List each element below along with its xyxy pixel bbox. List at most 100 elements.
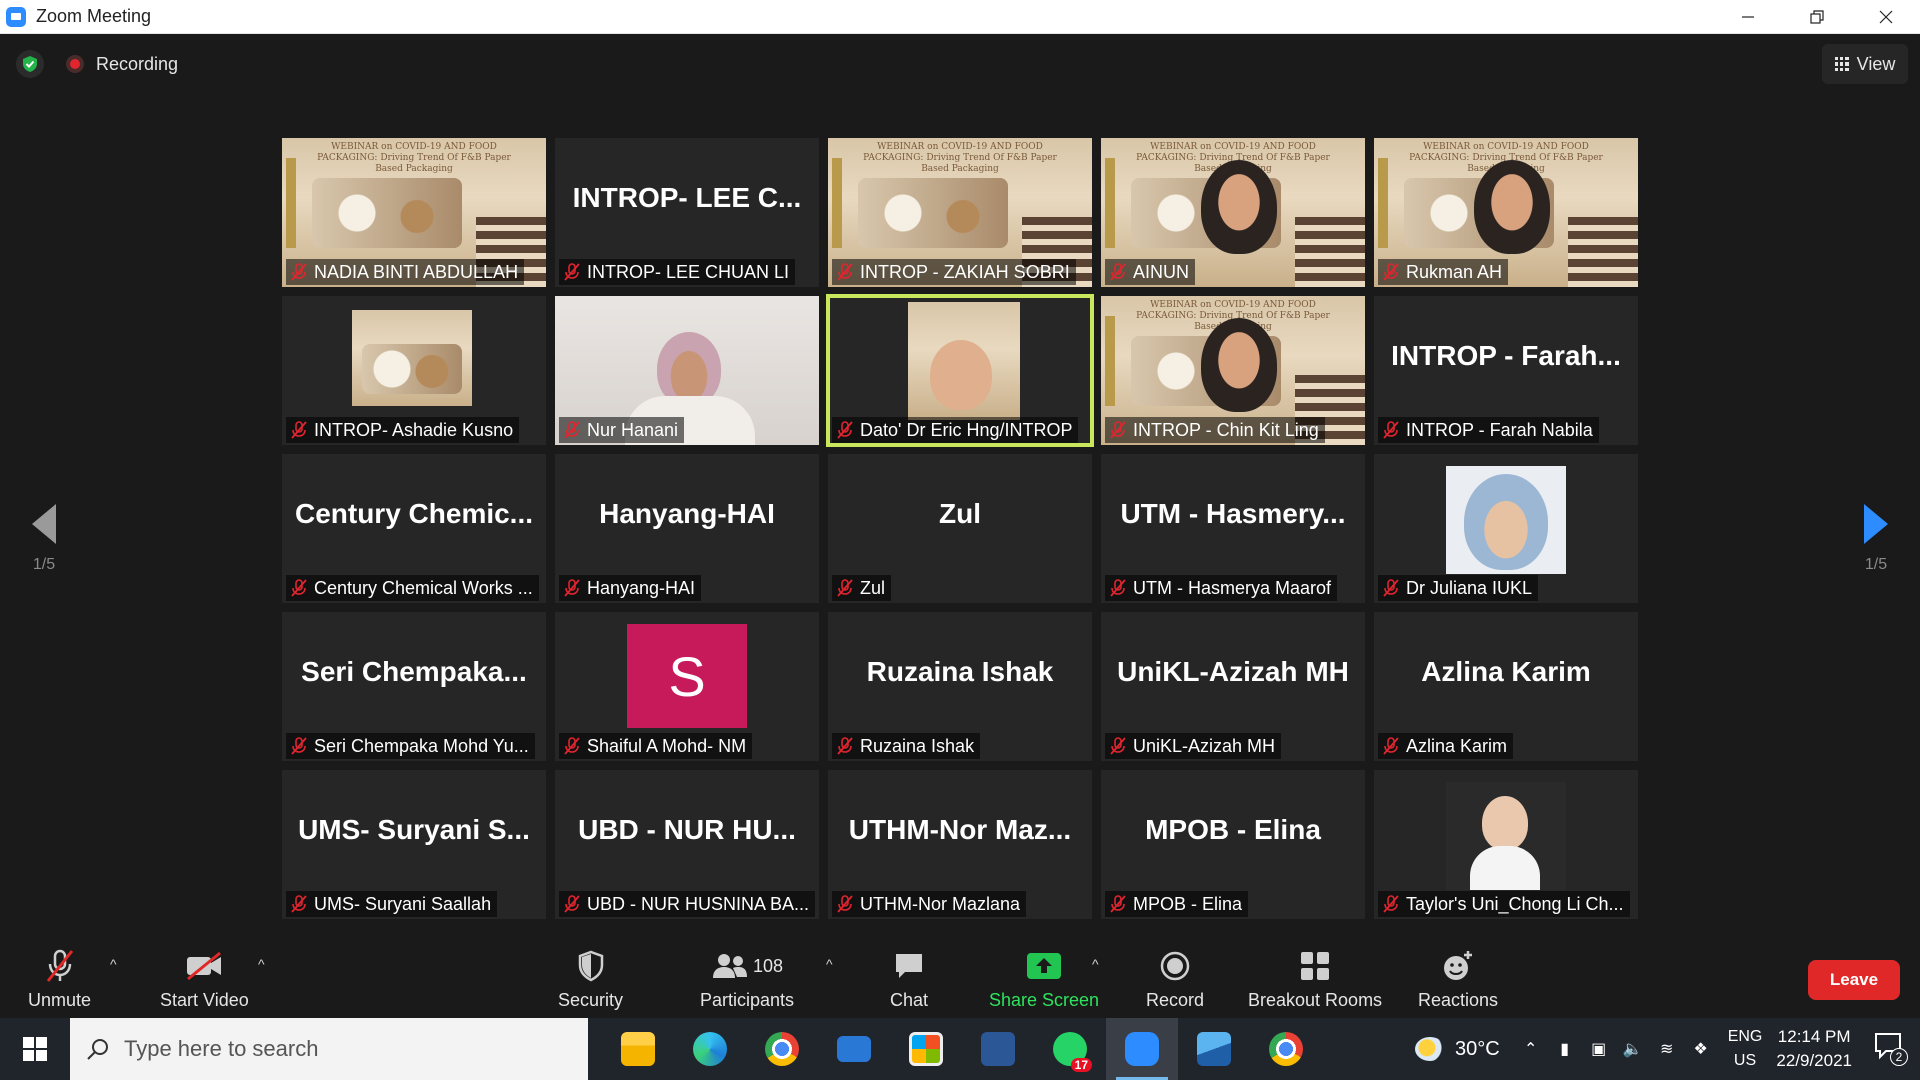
- mic-muted-icon: [837, 263, 853, 281]
- wifi-icon[interactable]: ≋: [1654, 1039, 1680, 1059]
- participant-tile[interactable]: Seri Chempaka... Seri Chempaka Mohd Yu...: [282, 612, 546, 761]
- record-button[interactable]: Record: [1146, 946, 1204, 1011]
- leave-button[interactable]: Leave: [1808, 960, 1900, 1000]
- participant-tile[interactable]: UBD - NUR HU... UBD - NUR HUSNINA BA...: [555, 770, 819, 919]
- weather-widget[interactable]: 30°C: [1415, 1037, 1500, 1061]
- input-language[interactable]: ENG US: [1728, 1025, 1763, 1073]
- dropbox-icon[interactable]: ❖: [1688, 1039, 1714, 1059]
- participant-tile[interactable]: WEBINAR on COVID-19 AND FOOD PACKAGING: …: [282, 138, 546, 287]
- participant-tile[interactable]: S Shaiful A Mohd- NM: [555, 612, 819, 761]
- participant-name-label: UBD - NUR HUSNINA BA...: [559, 891, 815, 917]
- participant-name: Nur Hanani: [587, 419, 679, 440]
- taskbar-chrome-2[interactable]: [1250, 1018, 1322, 1080]
- edge-browser-icon: [693, 1032, 727, 1066]
- chat-bubble-icon: [889, 946, 929, 986]
- minimize-button[interactable]: [1713, 0, 1782, 34]
- previous-page-button[interactable]: 1/5: [26, 504, 62, 574]
- taskbar-file-explorer[interactable]: [602, 1018, 674, 1080]
- participant-tile[interactable]: WEBINAR on COVID-19 AND FOOD PACKAGING: …: [1374, 138, 1638, 287]
- unmute-button[interactable]: Unmute: [28, 946, 91, 1011]
- participant-tile[interactable]: UTHM-Nor Maz... UTHM-Nor Mazlana: [828, 770, 1092, 919]
- breakout-rooms-button[interactable]: Breakout Rooms: [1248, 946, 1382, 1011]
- participant-tile[interactable]: WEBINAR on COVID-19 AND FOOD PACKAGING: …: [1101, 296, 1365, 445]
- taskbar-edge[interactable]: [674, 1018, 746, 1080]
- taskbar-chrome-1[interactable]: [746, 1018, 818, 1080]
- next-page-button[interactable]: 1/5: [1858, 504, 1894, 574]
- taskbar-whatsapp[interactable]: 17: [1034, 1018, 1106, 1080]
- action-center-button[interactable]: 2: [1874, 1032, 1908, 1066]
- battery-icon[interactable]: ▮: [1552, 1039, 1578, 1059]
- start-button[interactable]: [0, 1018, 70, 1080]
- participant-tile[interactable]: WEBINAR on COVID-19 AND FOOD PACKAGING: …: [1101, 138, 1365, 287]
- participants-button[interactable]: 108 Participants: [700, 946, 794, 1011]
- mic-muted-icon: [1383, 263, 1399, 281]
- notification-count: 2: [1890, 1048, 1908, 1066]
- participant-tile[interactable]: Dr Juliana IUKL: [1374, 454, 1638, 603]
- restore-button[interactable]: [1782, 0, 1851, 34]
- participant-name-label: Shaiful A Mohd- NM: [559, 733, 753, 759]
- participant-tile[interactable]: UTM - Hasmery... UTM - Hasmerya Maarof: [1101, 454, 1365, 603]
- clock[interactable]: 12:14 PM 22/9/2021: [1776, 1025, 1852, 1073]
- participant-tile[interactable]: Dato' Dr Eric Hng/INTROP: [826, 294, 1094, 447]
- participant-name: Century Chemical Works ...: [314, 577, 533, 598]
- audio-options-chevron-up-icon[interactable]: ^: [110, 956, 117, 972]
- participant-name: MPOB - Elina: [1133, 893, 1243, 914]
- unmute-label: Unmute: [28, 990, 92, 1010]
- taskbar-mail[interactable]: [818, 1018, 890, 1080]
- participant-tile[interactable]: Zul Zul: [828, 454, 1092, 603]
- participant-name-label: UniKL-Azizah MH: [1105, 733, 1282, 759]
- close-button[interactable]: [1851, 0, 1920, 34]
- chat-label: Chat: [889, 990, 929, 1010]
- show-hidden-icons-chevron-icon[interactable]: ⌃: [1518, 1039, 1544, 1059]
- taskbar-store[interactable]: [890, 1018, 962, 1080]
- volume-icon[interactable]: 🔈: [1620, 1039, 1646, 1059]
- participant-display-name: UBD - NUR HU...: [578, 813, 796, 845]
- taskbar-photos[interactable]: [1178, 1018, 1250, 1080]
- participant-name: NADIA BINTI ABDULLAH: [314, 261, 519, 282]
- restore-icon: [1809, 10, 1824, 24]
- reactions-button[interactable]: Reactions: [1418, 946, 1498, 1011]
- participants-count: 108: [752, 955, 784, 976]
- participant-tile[interactable]: Century Chemic... Century Chemical Works …: [282, 454, 546, 603]
- taskbar-zoom[interactable]: [1106, 1018, 1178, 1080]
- participant-tile[interactable]: WEBINAR on COVID-19 AND FOOD PACKAGING: …: [828, 138, 1092, 287]
- share-screen-button[interactable]: Share Screen: [989, 946, 1099, 1011]
- recording-indicator[interactable]: Recording: [66, 54, 178, 75]
- participant-display-name: INTROP - Farah...: [1391, 339, 1621, 371]
- participants-label: Participants: [700, 990, 795, 1010]
- meeting-toolbar: Unmute ^ Start Video ^ Security 108 Part…: [0, 938, 1920, 1018]
- participant-name-label: UTM - Hasmerya Maarof: [1105, 575, 1338, 601]
- participant-tile[interactable]: UniKL-Azizah MH UniKL-Azizah MH: [1101, 612, 1365, 761]
- taskbar-word[interactable]: [962, 1018, 1034, 1080]
- participant-tile[interactable]: INTROP- LEE C... INTROP- LEE CHUAN LI: [555, 138, 819, 287]
- device-icon[interactable]: ▣: [1586, 1039, 1612, 1059]
- share-screen-icon: [1024, 946, 1064, 986]
- participant-name: Seri Chempaka Mohd Yu...: [314, 735, 529, 756]
- participant-name-label: Hanyang-HAI: [559, 575, 702, 601]
- video-options-chevron-up-icon[interactable]: ^: [258, 956, 265, 972]
- participant-tile[interactable]: INTROP - Farah... INTROP - Farah Nabila: [1374, 296, 1638, 445]
- security-button[interactable]: Security: [558, 946, 623, 1011]
- participant-tile[interactable]: UMS- Suryani S... UMS- Suryani Saallah: [282, 770, 546, 919]
- mic-muted-icon: [837, 421, 853, 439]
- view-button[interactable]: View: [1822, 44, 1908, 84]
- participant-display-name: UMS- Suryani S...: [298, 813, 530, 845]
- participant-tile[interactable]: Azlina Karim Azlina Karim: [1374, 612, 1638, 761]
- chat-button[interactable]: Chat: [889, 946, 929, 1011]
- participant-tile[interactable]: INTROP- Ashadie Kusno: [282, 296, 546, 445]
- mic-muted-icon: [291, 421, 307, 439]
- poster-text: WEBINAR on COVID-19 AND FOOD PACKAGING: …: [863, 142, 1057, 174]
- participants-options-chevron-up-icon[interactable]: ^: [826, 956, 833, 972]
- participant-tile[interactable]: Taylor's Uni_Chong Li Ch...: [1374, 770, 1638, 919]
- participant-name-label: Ruzaina Ishak: [832, 733, 981, 759]
- participant-tile[interactable]: Nur Hanani: [555, 296, 819, 445]
- share-options-chevron-up-icon[interactable]: ^: [1092, 956, 1099, 972]
- participant-tile[interactable]: Ruzaina Ishak Ruzaina Ishak: [828, 612, 1092, 761]
- encryption-shield-icon[interactable]: [16, 50, 44, 78]
- mic-muted-icon: [291, 895, 307, 913]
- start-video-button[interactable]: Start Video: [160, 946, 249, 1011]
- participant-tile[interactable]: Hanyang-HAI Hanyang-HAI: [555, 454, 819, 603]
- taskbar-search-box[interactable]: Type here to search: [70, 1018, 588, 1080]
- participant-tile[interactable]: MPOB - Elina MPOB - Elina: [1101, 770, 1365, 919]
- taskbar-apps: 17: [602, 1018, 1322, 1080]
